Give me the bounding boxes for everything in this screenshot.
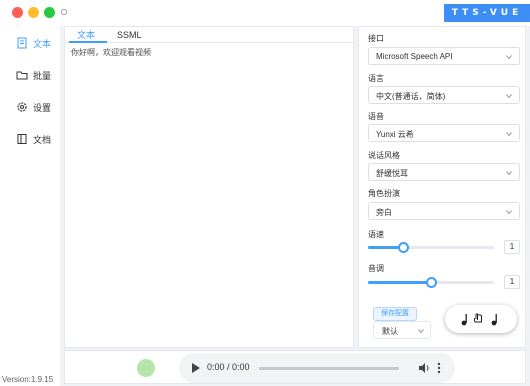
save-config-button[interactable]: 保存配置 [373,307,417,321]
active-tab-indicator [69,41,107,43]
api-select-value: Microsoft Speech API [376,52,453,61]
rate-label: 语速 [368,230,384,239]
pitch-slider-row: 1 [368,275,520,289]
api-select[interactable]: Microsoft Speech API [368,47,520,65]
voice-select[interactable]: Yunxi 云希 [368,124,520,142]
title-bar: TTS-VUE [0,0,530,26]
rate-slider-row: 1 [368,240,520,254]
chevron-down-icon [506,94,512,99]
audio-progress-bar[interactable] [259,367,399,370]
folder-icon [16,71,28,80]
role-select[interactable]: 旁白 [368,202,520,220]
sidebar-item-settings[interactable]: 设置 [0,92,60,122]
style-select[interactable]: 舒缓悦耳 [368,163,520,181]
close-window-button[interactable] [12,7,23,18]
role-select-value: 旁白 [376,208,392,217]
sidebar-item-label: 文本 [33,38,52,49]
sidebar-item-label: 设置 [33,102,52,113]
chevron-down-icon [506,132,512,137]
api-label: 接口 [368,34,384,43]
language-label: 语言 [368,74,384,83]
more-options-icon[interactable] [437,361,441,375]
tab-ssml[interactable]: SSML [117,28,142,42]
version-label: Version:1.9.15 [2,375,54,384]
sidebar-item-batch[interactable]: 批量 [0,60,60,90]
document-icon [17,37,27,49]
brand-logo: TTS-VUE [444,4,530,22]
pitch-slider[interactable] [368,277,494,288]
chevron-down-icon [506,210,512,215]
preset-select[interactable]: 默认 [373,321,431,339]
voice-select-value: Yunxi 云希 [376,130,414,139]
bottom-bar: 0:00 / 0:00 [64,350,526,384]
app-window: TTS-VUE 文本 批量 设置 文档 Version:1.9.15 文本 SS… [0,0,530,386]
pitch-slider-fill [368,281,431,284]
style-select-value: 舒缓悦耳 [376,169,408,178]
rate-input[interactable]: 1 [504,240,520,254]
sidebar-item-docs[interactable]: 文档 [0,124,60,154]
audio-player: 0:00 / 0:00 [179,353,455,383]
language-select-value: 中文(普通话，简体) [376,92,446,101]
book-icon [17,134,27,144]
sidebar: 文本 批量 设置 文档 Version:1.9.15 [0,26,60,386]
style-label: 说话风格 [368,151,400,160]
music-notes-icon [461,313,497,326]
settings-panel: 接口 Microsoft Speech API 语言 中文(普通话，简体) 语音… [358,26,526,348]
preset-select-value: 默认 [382,327,398,336]
rate-slider-handle[interactable] [397,242,409,253]
tab-text[interactable]: 文本 [77,28,95,42]
volume-icon[interactable] [417,361,431,375]
chevron-down-icon [506,55,512,60]
rate-slider[interactable] [368,242,494,253]
editor-tabs: 文本 SSML [65,27,353,43]
pitch-input[interactable]: 1 [504,275,520,289]
language-select[interactable]: 中文(普通话，简体) [368,86,520,104]
role-label: 角色扮演 [368,189,400,198]
editor-panel: 文本 SSML 你好啊，欢迎观看视频 [64,26,354,348]
sidebar-item-text[interactable]: 文本 [0,28,60,58]
sidebar-item-label: 批量 [33,70,52,81]
generate-button[interactable] [137,359,155,377]
pitch-slider-handle[interactable] [425,277,437,288]
minimize-window-button[interactable] [28,7,39,18]
pitch-label: 音调 [368,264,384,273]
sidebar-item-label: 文档 [33,134,52,145]
chevron-down-icon [418,329,424,334]
pin-icon[interactable] [61,9,67,15]
text-input[interactable]: 你好啊，欢迎观看视频 [71,47,151,58]
synthesize-play-button[interactable] [445,305,517,333]
chevron-down-icon [506,171,512,176]
maximize-window-button[interactable] [44,7,55,18]
voice-label: 语音 [368,112,384,121]
play-icon[interactable] [192,363,200,373]
audio-time: 0:00 / 0:00 [207,362,250,372]
gear-icon [17,102,27,112]
